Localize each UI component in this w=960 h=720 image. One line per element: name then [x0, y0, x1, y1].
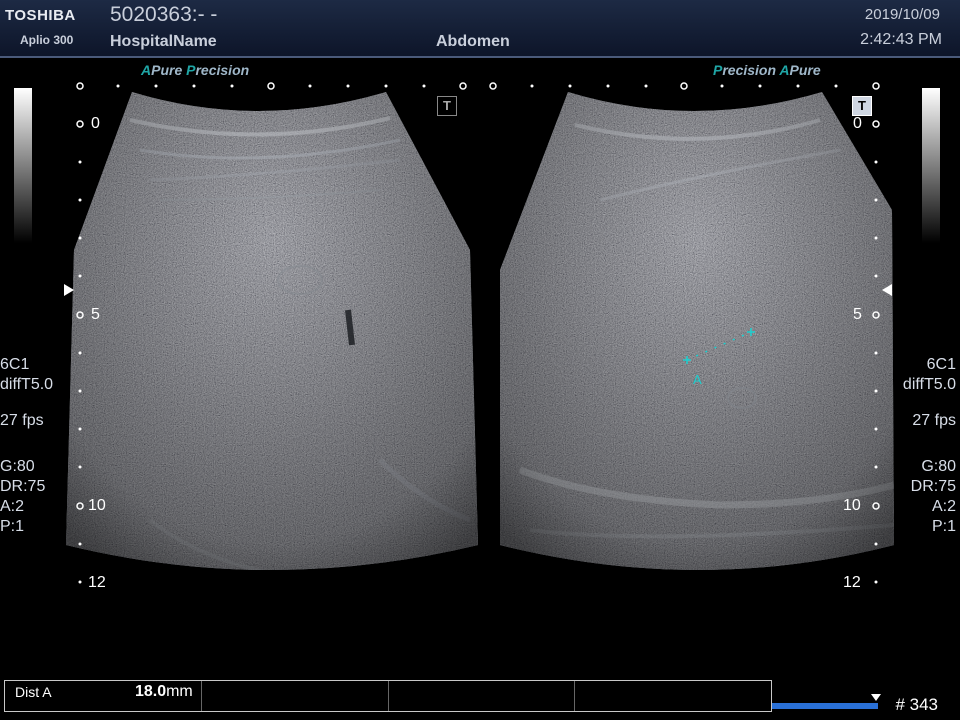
right-top-scale [489, 82, 880, 90]
measurement-marker-label: A [693, 372, 702, 387]
right-depth-label-12: 12 [843, 574, 861, 591]
measurement-unit: mm [166, 683, 193, 700]
left-focus-marker[interactable] [64, 284, 74, 296]
right-p: P:1 [931, 518, 956, 535]
left-param-group-1: 6C1 diffT5.0 [0, 355, 53, 395]
right-t-button-active[interactable]: T [852, 96, 872, 116]
cine-frame-count: # 343 [895, 695, 938, 714]
right-sector-image [500, 92, 894, 570]
right-param-group-1: 6C1 diffT5.0 [903, 355, 956, 395]
left-sector-image [66, 92, 478, 570]
right-probe: 6C1 [926, 356, 956, 373]
right-mode: diffT5.0 [902, 376, 956, 393]
measurement-cell: Dist A 18.0mm [5, 681, 202, 711]
measurement-empty-cell-1 [202, 681, 389, 711]
cine-position-marker[interactable] [871, 694, 881, 701]
left-depth-label-10: 10 [88, 497, 106, 514]
right-gain: G:80 [921, 458, 956, 475]
left-depth-label-12: 12 [88, 574, 106, 591]
right-depth-label-0: 0 [853, 115, 862, 132]
left-depth-label-0: 0 [91, 115, 100, 132]
left-p: P:1 [0, 518, 25, 535]
measurement-label: Dist A [15, 684, 52, 700]
right-depth-label-10: 10 [843, 497, 861, 514]
left-t-button[interactable]: T [437, 96, 457, 116]
right-fps: 27 fps [912, 412, 956, 429]
measurement-empty-cell-3 [575, 681, 771, 711]
measurement-value-wrap: 18.0mm [135, 683, 193, 701]
right-grayscale-bar [922, 88, 940, 243]
left-probe: 6C1 [0, 356, 30, 373]
left-param-group-2: G:80 DR:75 A:2 P:1 [0, 457, 45, 537]
left-grayscale-bar [14, 88, 32, 243]
right-dr: DR:75 [910, 478, 956, 495]
right-depth-label-5: 5 [853, 306, 862, 323]
measurement-empty-cell-2 [389, 681, 576, 711]
cine-progress-bar[interactable] [772, 703, 878, 709]
left-gain: G:80 [0, 458, 35, 475]
ultrasound-image [64, 82, 894, 584]
left-fps: 27 fps [0, 412, 44, 429]
left-pure-precision-logo: APure Precision [141, 62, 250, 78]
left-mode: diffT5.0 [0, 376, 54, 393]
measurement-value: 18.0 [134, 683, 167, 700]
measurement-result-table: Dist A 18.0mm [4, 680, 772, 712]
left-dr: DR:75 [0, 478, 46, 495]
left-a: A:2 [0, 498, 25, 515]
left-depth-label-5: 5 [91, 306, 100, 323]
left-top-scale [76, 82, 467, 90]
right-pure-precision-logo: Precision APure [713, 62, 821, 78]
right-param-group-2: G:80 DR:75 A:2 P:1 [911, 457, 956, 537]
right-a: A:2 [931, 498, 956, 515]
